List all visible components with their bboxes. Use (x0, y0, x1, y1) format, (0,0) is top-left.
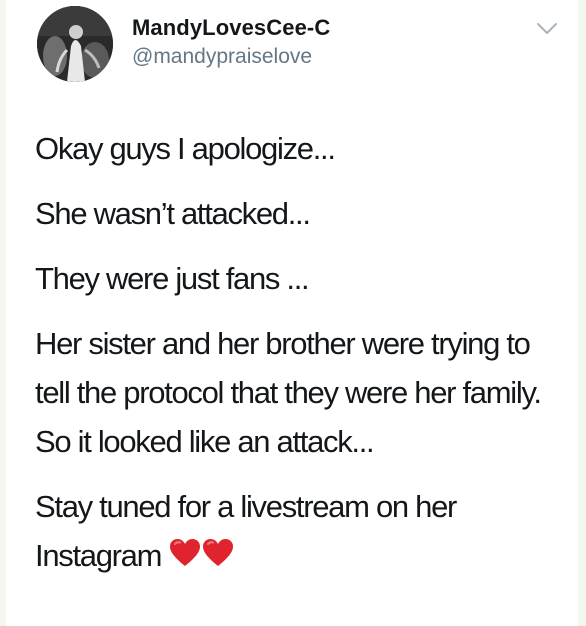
red-heart-icon (170, 539, 201, 566)
tweet-paragraph: She wasn’t attacked... (35, 196, 311, 231)
user-handle[interactable]: @mandypraiselove (132, 45, 312, 69)
red-heart-icon (203, 539, 234, 566)
tweet-paragraph-text: Stay tuned for a livestream on her Insta… (35, 489, 457, 573)
emoji-group (168, 533, 234, 582)
display-name[interactable]: MandyLovesCee-C (132, 15, 330, 41)
tweet-paragraph-last: Stay tuned for a livestream on her Insta… (35, 482, 565, 582)
profile-photo-icon (37, 6, 113, 82)
tweet-text: Okay guys I apologize... She wasn’t atta… (35, 124, 565, 598)
avatar[interactable] (37, 6, 113, 82)
chevron-down-icon[interactable] (536, 22, 558, 36)
tweet-card: MandyLovesCee-C @mandypraiselove Okay gu… (6, 0, 578, 626)
tweet-paragraph: Okay guys I apologize... (35, 131, 336, 166)
tweet-paragraph: Her sister and her brother were trying t… (35, 326, 542, 459)
tweet-paragraph: They were just fans ... (35, 261, 310, 296)
